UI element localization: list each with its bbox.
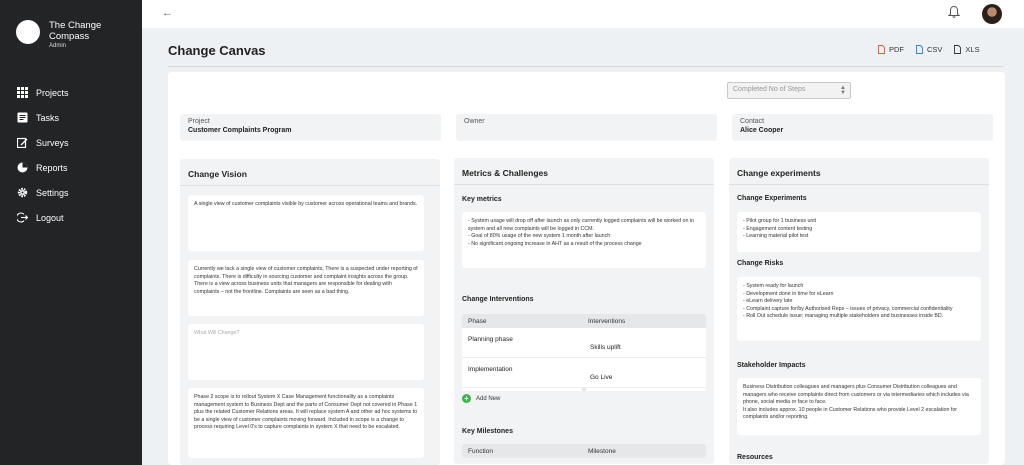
interventions-table: Phase Interventions Planning phase Skill… (462, 314, 706, 391)
export-xls-label: XLS (965, 45, 980, 54)
project-value: Customer Complaints Program (188, 127, 292, 134)
brand-name: The Change Compass (49, 20, 102, 42)
key-milestones-title: Key Milestones (462, 428, 513, 435)
header-divider (168, 66, 1004, 67)
experiments-card[interactable]: - Pilot group for 1 business unit - Enga… (737, 212, 981, 252)
project-field[interactable]: Project Customer Complaints Program (180, 114, 441, 141)
sidebar-item-label: Logout (36, 212, 64, 223)
sidebar-item-label: Tasks (36, 112, 60, 123)
top-bar: ← (142, 0, 1024, 28)
back-arrow-icon[interactable]: ← (162, 7, 173, 19)
page-title: Change Canvas (168, 43, 266, 58)
stakeholder-impacts-card[interactable]: Business Distribution colleagues and man… (737, 378, 981, 435)
key-metrics-title: Key metrics (462, 196, 502, 203)
horizontal-scrollbar[interactable] (582, 388, 586, 391)
sidebar-item-settings[interactable]: Settings (16, 180, 69, 205)
bell-icon[interactable] (947, 5, 962, 21)
experiments-subtitle: Change Experiments (737, 195, 807, 202)
metrics-column: Metrics & Challenges Key metrics - Syste… (454, 158, 714, 464)
sidebar-item-label: Settings (36, 187, 69, 198)
function-column-header: Function (468, 447, 493, 455)
phase-column-header: Phase (468, 317, 487, 325)
change-vision-column: Change Vision A single view of customer … (180, 159, 440, 465)
owner-label: Owner (464, 118, 485, 125)
xls-file-icon (954, 45, 962, 54)
change-risks-card[interactable]: - System ready for launch - Development … (737, 277, 981, 341)
sidebar-item-logout[interactable]: Logout (16, 205, 69, 230)
table-row[interactable]: Planning phase Skills uplift (462, 328, 706, 358)
add-new-label: Add New (476, 395, 501, 402)
vision-statement-card[interactable]: A single view of customer complaints vis… (188, 195, 424, 251)
phase-cell: Planning phase (468, 336, 513, 343)
brand-text: The Change Compass Admin (49, 20, 139, 49)
sidebar-item-tasks[interactable]: Tasks (16, 105, 69, 130)
current-state-card[interactable]: Currently we lack a single view of custo… (188, 260, 424, 316)
sidebar-item-projects[interactable]: Projects (16, 80, 69, 105)
export-csv-label: CSV (927, 45, 943, 54)
stakeholder-impacts-title: Stakeholder Impacts (737, 362, 806, 369)
contact-field[interactable]: Contact Alice Cooper (732, 114, 993, 141)
export-pdf-button[interactable]: PDF (878, 45, 904, 54)
contact-label: Contact (740, 118, 765, 125)
list-icon (16, 112, 28, 124)
intervention-cell: Skills uplift (590, 344, 621, 351)
milestones-table: Function Milestone (462, 444, 706, 458)
avatar[interactable] (982, 4, 1002, 24)
brand-logo (16, 20, 40, 44)
pdf-file-icon (878, 45, 885, 54)
change-vision-title: Change Vision (188, 169, 247, 179)
pie-chart-icon (16, 162, 28, 174)
csv-file-icon (916, 45, 923, 54)
sidebar-item-label: Projects (36, 87, 69, 98)
what-will-change-input[interactable]: What Will Change? (188, 324, 424, 380)
gear-icon (16, 187, 28, 199)
logout-icon (16, 212, 28, 224)
contact-value: Alice Cooper (740, 127, 784, 134)
sidebar: The Change Compass Admin Projects Tasks … (0, 0, 142, 465)
milestone-column-header: Milestone (588, 447, 616, 455)
sidebar-nav: Projects Tasks Surveys Reports Settings (16, 80, 69, 230)
column-divider (454, 184, 714, 185)
plus-icon: + (462, 394, 471, 403)
sidebar-item-label: Surveys (36, 137, 69, 148)
table-row[interactable]: Implementation Go Live (462, 358, 706, 388)
export-csv-button[interactable]: CSV (916, 45, 942, 54)
change-experiments-column: Change experiments Change Experiments - … (729, 158, 989, 464)
phase-cell: Implementation (468, 366, 513, 373)
table-header: Function Milestone (462, 444, 706, 458)
resources-title: Resources (737, 454, 773, 461)
sidebar-item-reports[interactable]: Reports (16, 155, 69, 180)
change-interventions-title: Change Interventions (462, 296, 534, 303)
sidebar-item-label: Reports (36, 162, 68, 173)
export-actions: PDF CSV XLS (878, 45, 992, 54)
column-divider (180, 185, 440, 186)
brand-role: Admin (49, 43, 67, 49)
change-experiments-title: Change experiments (737, 168, 821, 178)
change-risks-title: Change Risks (737, 260, 784, 267)
add-new-intervention-button[interactable]: + Add New (462, 394, 500, 403)
sidebar-item-surveys[interactable]: Surveys (16, 130, 69, 155)
owner-field[interactable]: Owner (456, 114, 717, 141)
interventions-column-header: Interventions (588, 317, 626, 325)
steps-select-value: Completed No of Steps (733, 86, 806, 93)
export-pdf-label: PDF (889, 45, 904, 54)
steps-select[interactable]: Completed No of Steps ▲ ▼ (727, 82, 851, 99)
metrics-title: Metrics & Challenges (462, 168, 548, 178)
table-header: Phase Interventions (462, 314, 706, 328)
project-label: Project (188, 118, 210, 125)
column-divider (729, 184, 989, 185)
select-arrows-icon: ▲ ▼ (840, 85, 846, 96)
key-metrics-card[interactable]: - System usage will drop off after launc… (462, 212, 706, 268)
export-xls-button[interactable]: XLS (954, 45, 980, 54)
canvas-panel: Completed No of Steps ▲ ▼ Project Custome… (168, 72, 1005, 465)
grid-icon (16, 87, 28, 99)
scope-card[interactable]: Phase 2 scope is to rollout System X Cas… (188, 388, 424, 458)
brand[interactable]: The Change Compass Admin (16, 20, 139, 49)
edit-icon (16, 137, 28, 149)
intervention-cell: Go Live (590, 374, 613, 381)
